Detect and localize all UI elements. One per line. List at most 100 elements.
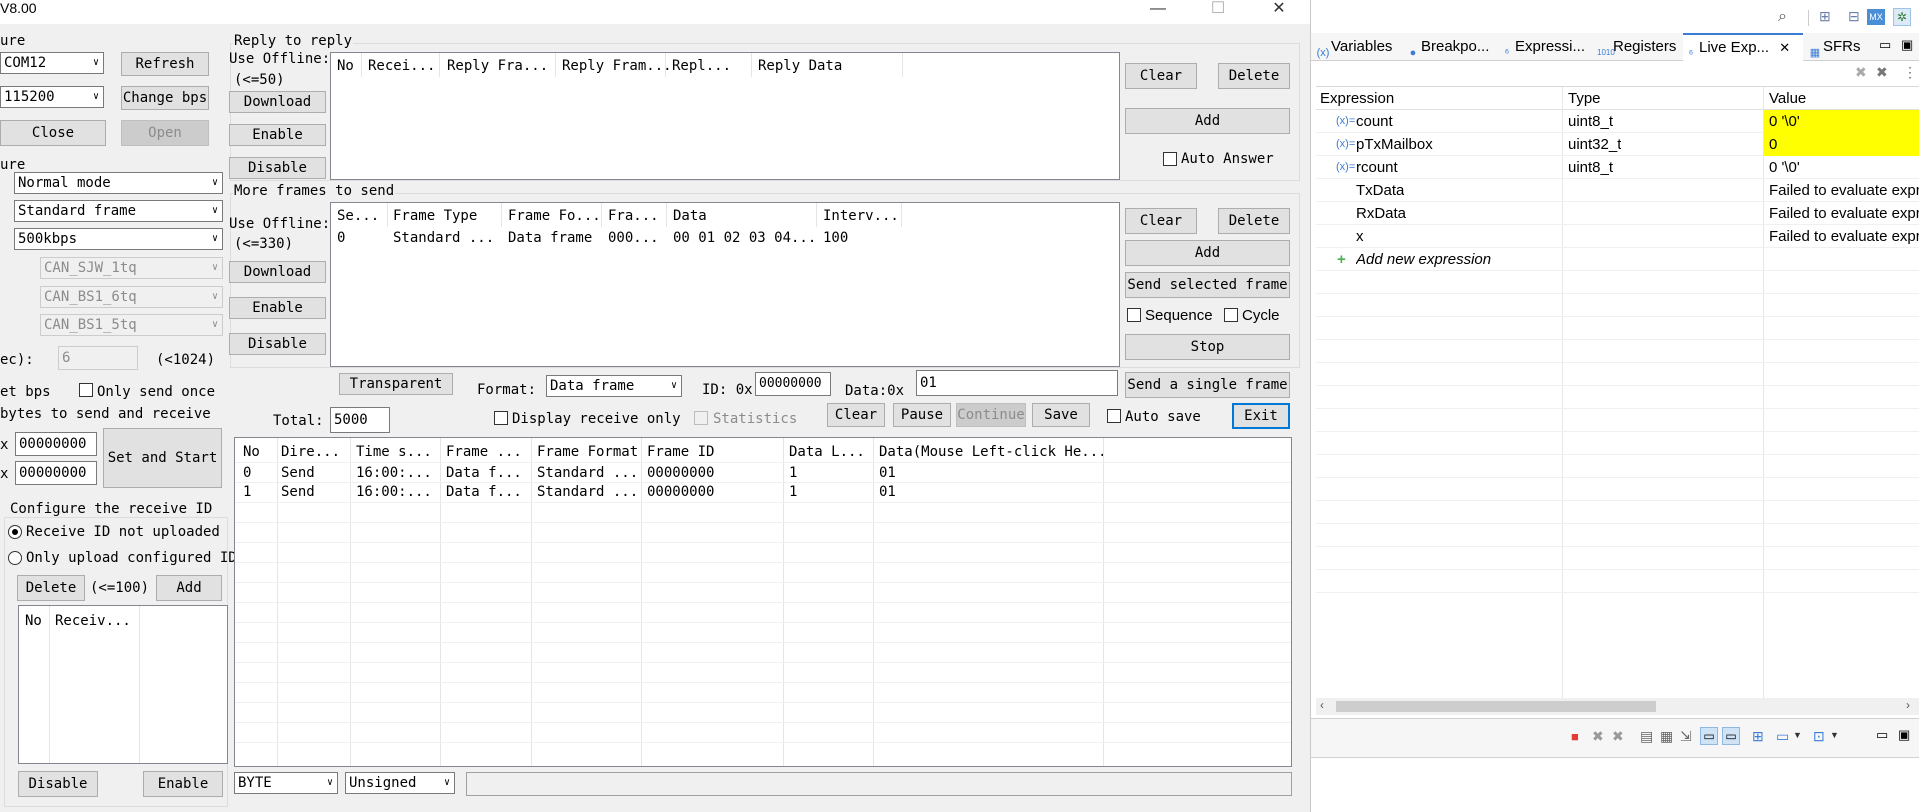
remove-all-expressions-icon[interactable]: ✖ — [1876, 64, 1888, 81]
receive-id-list[interactable]: No Receiv... — [18, 605, 228, 764]
send-selected-frame-button[interactable]: Send selected frame — [1125, 272, 1290, 298]
data-field[interactable]: 01 — [916, 370, 1118, 396]
minimize-view-icon[interactable]: ▭ — [1876, 727, 1888, 743]
more-enable-button[interactable]: Enable — [229, 297, 326, 319]
clear-console-icon[interactable]: ▤ — [1640, 728, 1653, 745]
bs2-select[interactable]: CAN_BS1_5tq ∨ — [40, 314, 223, 336]
reply-clear-button[interactable]: Clear — [1125, 63, 1197, 89]
mode-select[interactable]: Normal mode ∨ — [14, 172, 223, 194]
table-row[interactable]: (x)= rcount uint8_t 0 '\0' — [1316, 156, 1919, 179]
tab-sfrs[interactable]: ▦ SFRs — [1807, 34, 1861, 60]
tab-breakpoints[interactable]: ● Breakpo... — [1405, 34, 1490, 60]
close-port-button[interactable]: Close — [0, 120, 106, 146]
only-send-once-checkbox[interactable] — [79, 383, 93, 397]
add-new-expression-row[interactable]: + Add new expression — [1316, 248, 1919, 271]
more-delete-button[interactable]: Delete — [1218, 208, 1290, 234]
open-port-button[interactable]: Open — [121, 120, 209, 146]
format-select[interactable]: Data frame ∨ — [546, 375, 682, 397]
x1-field[interactable]: 00000000 — [15, 432, 97, 456]
more-download-button[interactable]: Download — [229, 261, 326, 283]
continue-button[interactable]: Continue — [956, 403, 1026, 427]
bs1-select[interactable]: CAN_BS1_6tq ∨ — [40, 286, 223, 308]
table-row[interactable]: x Failed to evaluate expr — [1316, 225, 1919, 248]
maximize-view-icon[interactable]: ▣ — [1901, 37, 1913, 53]
reply-disable-button[interactable]: Disable — [229, 157, 326, 179]
refresh-button[interactable]: Refresh — [121, 52, 209, 76]
debug-perspective-icon[interactable]: ✲ — [1893, 8, 1911, 26]
reply-delete-button[interactable]: Delete — [1218, 63, 1290, 89]
close-tab-icon[interactable]: ✕ — [1779, 40, 1790, 55]
reply-list[interactable]: No Recei... Reply Fra... Reply Fram... R… — [330, 52, 1120, 180]
byte-select[interactable]: BYTE ∨ — [234, 772, 338, 794]
terminate-icon[interactable]: ■ — [1571, 729, 1579, 744]
disable-id-button[interactable]: Disable — [18, 771, 98, 797]
baud-select[interactable]: 115200 ∨ — [0, 86, 104, 108]
chevron-down-icon[interactable]: ▼ — [1830, 730, 1839, 740]
received-frames-list[interactable]: No Dire... Time s... Frame ... Frame For… — [234, 437, 1292, 767]
scroll-right-icon[interactable]: › — [1906, 698, 1910, 712]
table-row[interactable]: (x)= pTxMailbox uint32_t 0 — [1316, 133, 1919, 156]
minimize-view-icon[interactable]: ▭ — [1879, 37, 1891, 53]
scrollbar-thumb[interactable] — [1336, 701, 1656, 712]
x2-field[interactable]: 00000000 — [15, 461, 97, 485]
reply-add-button[interactable]: Add — [1125, 108, 1290, 134]
reply-enable-button[interactable]: Enable — [229, 124, 326, 146]
save-button[interactable]: Save — [1032, 403, 1090, 427]
horizontal-scrollbar[interactable]: ‹ › — [1316, 698, 1919, 715]
tab-expressions[interactable]: ⁶ Expressi... — [1499, 34, 1585, 60]
auto-save-checkbox[interactable] — [1107, 409, 1121, 423]
pause-button[interactable]: Pause — [893, 403, 951, 427]
mx-perspective-icon[interactable]: MX — [1867, 9, 1885, 25]
scroll-left-icon[interactable]: ‹ — [1320, 698, 1324, 712]
sign-select[interactable]: Unsigned ∨ — [345, 772, 455, 794]
table-row[interactable]: RxData Failed to evaluate expr — [1316, 202, 1919, 225]
maximize-view-icon[interactable]: ▣ — [1898, 727, 1910, 743]
scroll-lock-icon[interactable]: ▦ — [1660, 728, 1673, 745]
enable-id-button[interactable]: Enable — [143, 771, 223, 797]
remove-all-launches-icon[interactable]: ✖ — [1612, 728, 1624, 745]
remove-expression-icon[interactable]: ✖ — [1855, 64, 1867, 81]
pin-console-icon[interactable]: ⊞ — [1752, 728, 1764, 745]
show-on-error-icon[interactable]: ▭ — [1722, 727, 1740, 745]
cycle-checkbox[interactable] — [1224, 308, 1238, 322]
auto-answer-checkbox[interactable] — [1163, 152, 1177, 166]
show-on-output-icon[interactable]: ▭ — [1700, 727, 1718, 745]
chevron-down-icon[interactable]: ▼ — [1793, 730, 1802, 740]
close-window-button[interactable]: ✕ — [1256, 0, 1302, 24]
display-receive-only-checkbox[interactable] — [494, 411, 508, 425]
stop-button[interactable]: Stop — [1125, 334, 1290, 360]
table-row[interactable]: (x)= count uint8_t 0 '\0' — [1316, 110, 1919, 133]
more-clear-button[interactable]: Clear — [1125, 208, 1197, 234]
frame-type-select[interactable]: Standard frame ∨ — [14, 200, 223, 222]
receive-id-not-uploaded-radio[interactable] — [8, 525, 22, 539]
open-console-icon[interactable]: ⊡ — [1813, 728, 1825, 745]
view-menu-icon[interactable]: ⋮ — [1903, 64, 1917, 81]
id-field[interactable]: 00000000 — [755, 372, 831, 396]
open-perspective-icon[interactable]: ⊞ — [1819, 8, 1831, 25]
more-add-button[interactable]: Add — [1125, 240, 1290, 266]
more-frames-list[interactable]: Se... Frame Type Frame Fo... Fra... Data… — [330, 202, 1120, 367]
cdt-perspective-icon[interactable]: ⊟ — [1848, 8, 1860, 25]
sequence-checkbox[interactable] — [1127, 308, 1141, 322]
word-wrap-icon[interactable]: ⇲ — [1680, 728, 1692, 745]
tab-registers[interactable]: 1010Registers — [1597, 34, 1676, 60]
sjw-select[interactable]: CAN_SJW_1tq ∨ — [40, 257, 223, 279]
more-disable-button[interactable]: Disable — [229, 333, 326, 355]
send-single-frame-button[interactable]: Send a single frame — [1125, 372, 1290, 398]
transparent-button[interactable]: Transparent — [339, 373, 453, 395]
bitrate-select[interactable]: 500kbps ∨ — [14, 228, 223, 250]
set-and-start-button[interactable]: Set and Start — [103, 428, 222, 488]
remove-launch-icon[interactable]: ✖ — [1592, 728, 1604, 745]
change-bps-button[interactable]: Change bps — [121, 86, 209, 110]
add-id-button[interactable]: Add — [156, 575, 222, 601]
only-upload-configured-radio[interactable] — [8, 551, 22, 565]
prescaler-field[interactable]: 6 — [58, 346, 138, 370]
display-console-icon[interactable]: ▭ — [1776, 728, 1789, 745]
tab-live-expressions[interactable]: ⁶ Live Exp... ✕ — [1683, 33, 1803, 61]
search-icon[interactable]: ⌕ — [1778, 8, 1787, 26]
delete-id-button[interactable]: Delete — [17, 575, 85, 601]
statistics-checkbox[interactable] — [694, 411, 708, 425]
maximize-button[interactable]: ☐ — [1195, 0, 1241, 24]
table-row[interactable]: TxData Failed to evaluate expr — [1316, 179, 1919, 202]
tab-variables[interactable]: (x) Variables — [1315, 34, 1393, 60]
